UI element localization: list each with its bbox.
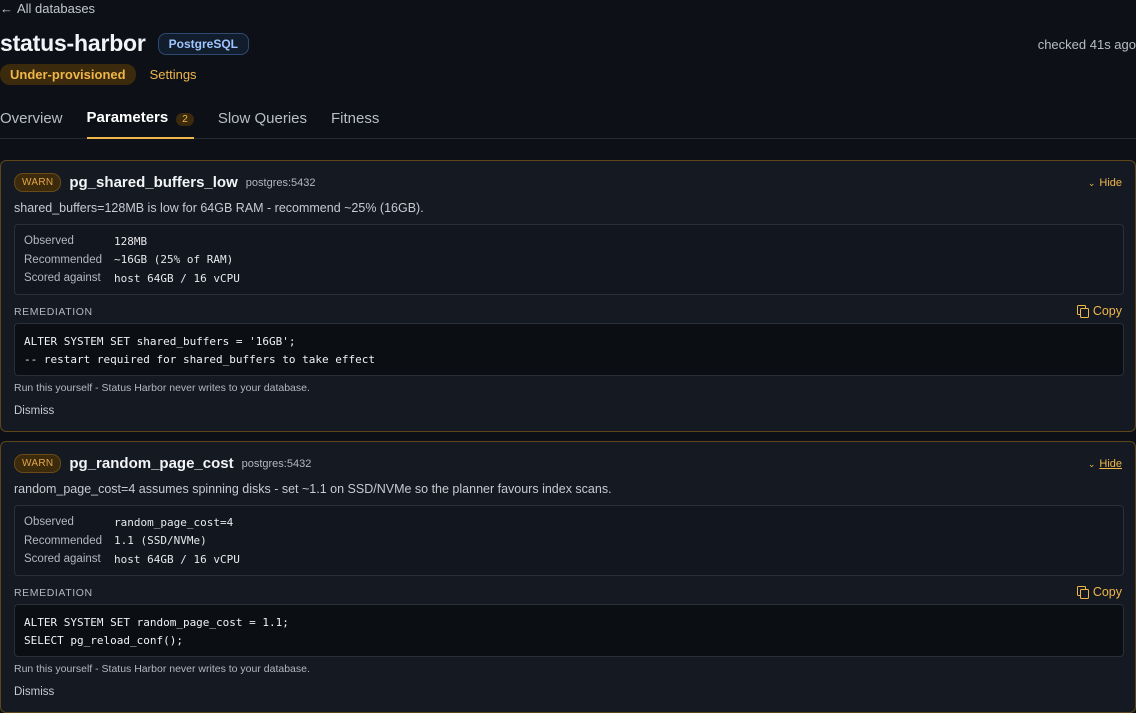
back-link[interactable]: ← All databases bbox=[0, 1, 95, 16]
tab-overview[interactable]: Overview bbox=[0, 104, 63, 139]
tab-slow-queries[interactable]: Slow Queries bbox=[218, 104, 307, 139]
finding-card: WARN pg_random_page_cost postgres:5432 ⌄… bbox=[0, 441, 1136, 713]
arrow-left-icon: ← bbox=[0, 1, 13, 16]
finding-description: shared_buffers=128MB is low for 64GB RAM… bbox=[14, 201, 424, 215]
settings-link[interactable]: Settings bbox=[150, 67, 197, 82]
remediation-code[interactable]: ALTER SYSTEM SET shared_buffers = '16GB'… bbox=[14, 323, 1124, 376]
code-line: ALTER SYSTEM SET shared_buffers = '16GB'… bbox=[24, 335, 296, 348]
finding-description: random_page_cost=4 assumes spinning disk… bbox=[14, 482, 612, 496]
remediation-note: Run this yourself - Status Harbor never … bbox=[14, 382, 310, 394]
metric-label: Recommended bbox=[24, 534, 102, 547]
metrics-box: Observed 128MB Recommended ~16GB (25% of… bbox=[14, 224, 1124, 295]
tab-bar: Overview Parameters 2 Slow Queries Fitne… bbox=[0, 104, 1136, 139]
metric-row: Scored against host 64GB / 16 vCPU bbox=[24, 269, 1114, 288]
code-line: ALTER SYSTEM SET random_page_cost = 1.1; bbox=[24, 616, 289, 629]
copy-label: Copy bbox=[1092, 304, 1122, 318]
metric-value: 128MB bbox=[114, 234, 148, 248]
severity-badge: WARN bbox=[14, 173, 62, 192]
copy-button[interactable]: Copy bbox=[1076, 304, 1122, 318]
tab-label: Slow Queries bbox=[217, 110, 308, 127]
title-row: status-harbor PostgreSQL bbox=[0, 30, 250, 57]
chevron-down-icon: ⌄ bbox=[1087, 177, 1096, 188]
metric-label: Observed bbox=[24, 235, 74, 248]
finding-name: pg_random_page_cost bbox=[69, 455, 234, 472]
dismiss-button[interactable]: Dismiss bbox=[14, 686, 54, 698]
hide-label: Hide bbox=[1099, 458, 1122, 470]
metric-row: Scored against host 64GB / 16 vCPU bbox=[24, 550, 1114, 569]
copy-label: Copy bbox=[1092, 585, 1122, 599]
metrics-box: Observed random_page_cost=4 Recommended … bbox=[14, 505, 1124, 576]
status-row: Under-provisioned Settings bbox=[0, 64, 197, 85]
metric-value: host 64GB / 16 vCPU bbox=[114, 552, 240, 566]
tab-label: Parameters bbox=[86, 109, 169, 126]
remediation-label: REMEDIATION bbox=[14, 587, 93, 599]
metric-value: random_page_cost=4 bbox=[114, 515, 234, 529]
hide-label: Hide bbox=[1099, 177, 1122, 189]
status-badge: Under-provisioned bbox=[0, 64, 136, 85]
metric-label: Recommended bbox=[24, 253, 102, 266]
metric-value: 1.1 (SSD/NVMe) bbox=[114, 534, 207, 548]
tab-count-badge: 2 bbox=[176, 113, 194, 126]
hide-button[interactable]: ⌄ Hide bbox=[1088, 458, 1122, 470]
hide-button[interactable]: ⌄ Hide bbox=[1088, 177, 1122, 189]
metric-label: Scored against bbox=[24, 553, 101, 566]
code-line: SELECT pg_reload_conf(); bbox=[24, 634, 183, 647]
tab-label: Overview bbox=[0, 110, 63, 127]
copy-button[interactable]: Copy bbox=[1076, 585, 1122, 599]
metric-row: Observed random_page_cost=4 bbox=[24, 513, 1114, 532]
metric-row: Observed 128MB bbox=[24, 232, 1114, 251]
copy-icon bbox=[1076, 586, 1089, 599]
finding-header: WARN pg_shared_buffers_low postgres:5432 bbox=[14, 173, 316, 192]
tab-fitness[interactable]: Fitness bbox=[331, 104, 379, 139]
chevron-down-icon: ⌄ bbox=[1087, 458, 1096, 469]
last-checked: checked 41s ago bbox=[1037, 37, 1136, 52]
finding-name: pg_shared_buffers_low bbox=[69, 174, 238, 191]
finding-card: WARN pg_shared_buffers_low postgres:5432… bbox=[0, 160, 1136, 432]
back-link-label: All databases bbox=[17, 1, 96, 16]
copy-icon bbox=[1076, 305, 1089, 318]
dismiss-button[interactable]: Dismiss bbox=[14, 405, 54, 417]
host-tag: postgres:5432 bbox=[241, 457, 312, 470]
tab-parameters[interactable]: Parameters 2 bbox=[86, 104, 194, 139]
severity-badge: WARN bbox=[14, 454, 62, 473]
page-title: status-harbor bbox=[0, 30, 146, 56]
metric-row: Recommended 1.1 (SSD/NVMe) bbox=[24, 532, 1114, 551]
remediation-code[interactable]: ALTER SYSTEM SET random_page_cost = 1.1;… bbox=[14, 604, 1124, 657]
metric-label: Observed bbox=[24, 516, 74, 529]
tab-label: Fitness bbox=[331, 110, 380, 127]
metric-row: Recommended ~16GB (25% of RAM) bbox=[24, 251, 1114, 270]
host-tag: postgres:5432 bbox=[245, 176, 316, 189]
metric-value: ~16GB (25% of RAM) bbox=[114, 253, 234, 267]
metric-label: Scored against bbox=[24, 272, 101, 285]
remediation-label: REMEDIATION bbox=[14, 306, 93, 318]
code-line: -- restart required for shared_buffers t… bbox=[24, 353, 375, 366]
engine-badge: PostgreSQL bbox=[157, 32, 250, 55]
remediation-note: Run this yourself - Status Harbor never … bbox=[14, 663, 310, 675]
finding-header: WARN pg_random_page_cost postgres:5432 bbox=[14, 454, 311, 473]
metric-value: host 64GB / 16 vCPU bbox=[114, 271, 240, 285]
